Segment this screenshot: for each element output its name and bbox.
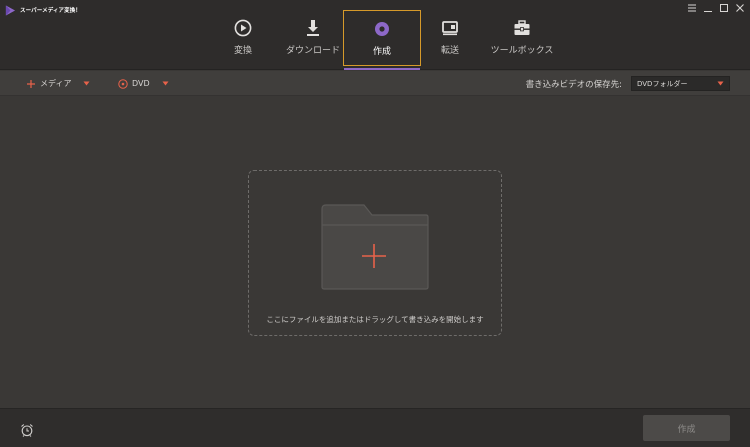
tab-download-label: ダウンロード: [286, 46, 341, 56]
drop-hint-text: ここにファイルを追加またはドラッグして書き込みを開始します: [266, 315, 484, 324]
tab-convert-label: 変換: [233, 46, 252, 56]
convert-icon: [233, 18, 253, 38]
toolbox-icon: [512, 18, 532, 38]
active-tab-indicator: [344, 68, 420, 70]
tab-toolbox-label: ツールボックス: [490, 46, 554, 56]
add-dvd-button[interactable]: DVD: [118, 71, 169, 96]
add-media-label: メディア: [40, 79, 72, 88]
folder-add-icon[interactable]: [320, 203, 430, 291]
toolbar: メディア DVD 書き込みビデオの保存先: DVDフォルダー: [0, 71, 750, 96]
tab-create[interactable]: 作成: [343, 10, 421, 66]
burn-disc-icon: [372, 19, 392, 39]
caret-down-icon[interactable]: [162, 81, 169, 86]
tab-download[interactable]: ダウンロード: [286, 10, 341, 66]
title-bar: スーパーメディア変換！ 変換 ダウンロード 作成 転送 ツールボックス: [0, 0, 750, 70]
caret-down-icon[interactable]: [83, 81, 90, 86]
tab-create-label: 作成: [372, 47, 391, 57]
main-nav: 変換 ダウンロード 作成 転送 ツールボックス: [0, 10, 750, 66]
plus-icon: [27, 79, 35, 88]
destination-value: DVDフォルダー: [637, 79, 688, 88]
add-media-button[interactable]: メディア: [26, 71, 90, 96]
destination-label: 書き込みビデオの保存先:: [525, 79, 622, 90]
add-dvd-label: DVD: [132, 79, 150, 88]
bottom-bar: 作成: [0, 408, 750, 447]
create-button[interactable]: 作成: [643, 415, 730, 441]
caret-down-icon: [717, 81, 724, 86]
file-drop-zone[interactable]: ここにファイルを追加またはドラッグして書き込みを開始します: [248, 170, 502, 336]
transfer-icon: [440, 18, 460, 38]
destination-select[interactable]: DVDフォルダー: [631, 76, 730, 91]
download-icon: [303, 18, 323, 38]
tab-transfer[interactable]: 転送: [432, 10, 468, 66]
disc-icon: [118, 78, 128, 89]
tab-convert[interactable]: 変換: [222, 10, 264, 66]
alarm-clock-icon[interactable]: [20, 423, 34, 437]
tab-toolbox[interactable]: ツールボックス: [491, 10, 553, 66]
main-area: ここにファイルを追加またはドラッグして書き込みを開始します: [0, 97, 750, 408]
tab-transfer-label: 転送: [440, 46, 459, 56]
